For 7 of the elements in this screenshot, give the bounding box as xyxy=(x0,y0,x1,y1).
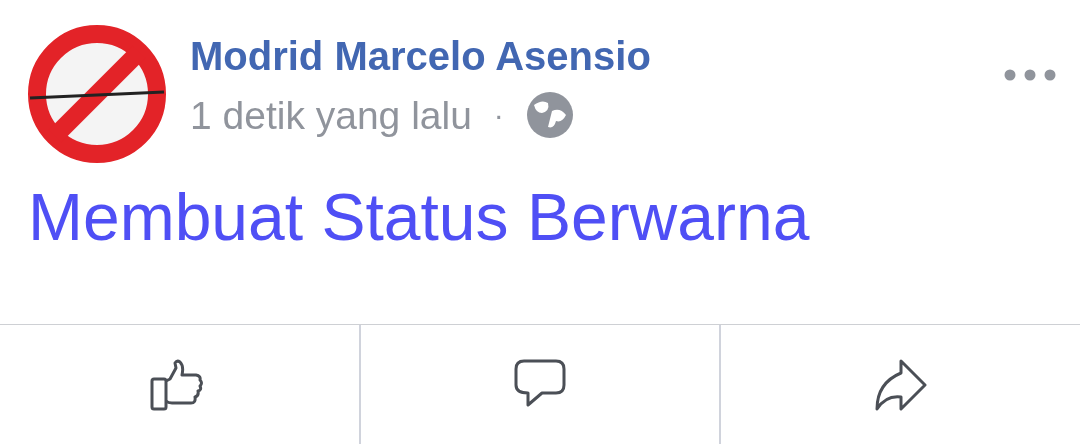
share-icon xyxy=(873,358,928,411)
more-icon[interactable] xyxy=(1004,68,1056,82)
author-name[interactable]: Modrid Marcelo Asensio xyxy=(190,36,1004,76)
post-time[interactable]: 1 detik yang lalu xyxy=(190,95,472,135)
separator-dot: · xyxy=(493,100,504,130)
globe-icon xyxy=(525,91,574,139)
status-text: Membuat Status Berwarna xyxy=(28,184,811,256)
